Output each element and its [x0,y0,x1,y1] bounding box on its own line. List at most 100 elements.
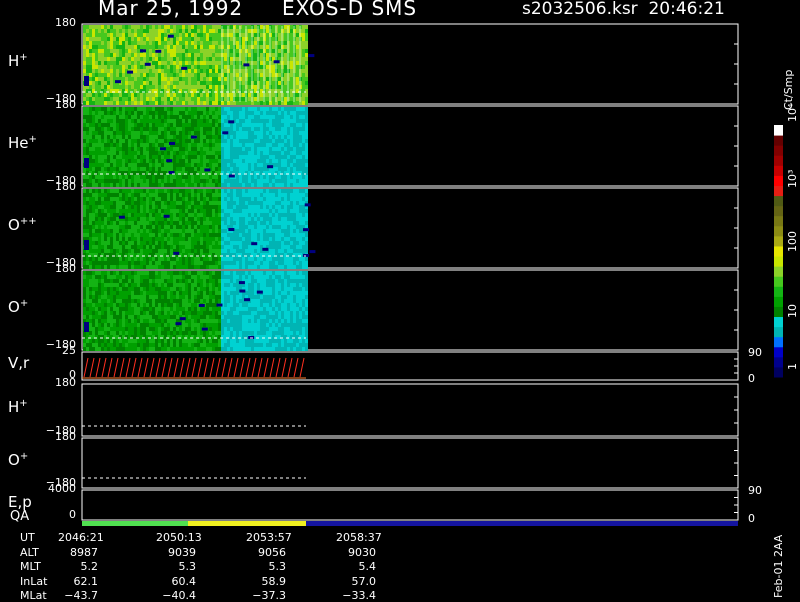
spectrogram-cell [242,189,245,193]
spectrogram-cell [218,73,221,77]
spectrogram-cell [209,135,212,139]
spectrogram-cell [200,179,203,183]
spectrogram-cell [164,201,167,205]
spectrogram-cell [143,271,146,275]
spectrogram-cell [140,229,143,233]
spectrogram-cell [167,119,170,123]
spectrogram-cell [149,25,152,29]
spectrogram-cell [275,167,278,171]
spectrogram-cell [83,275,86,279]
spectrogram-cell [254,85,257,89]
spectrogram-cell [236,61,239,65]
spectrogram-cell [287,189,290,193]
spectrogram-cell [290,179,293,183]
spectrogram-cell [122,115,125,119]
spectrogram-cell [158,205,161,209]
spectrogram-cell [200,175,203,179]
spectrogram-cell [242,147,245,151]
spectrogram-cell [200,197,203,201]
spectrogram-cell [266,119,269,123]
spectrogram-cell [197,233,200,237]
spectrogram-cell [224,189,227,193]
spectrogram-cell [86,175,89,179]
spectrogram-cell [95,77,98,81]
spectrogram-cell [230,217,233,221]
spectrogram-cell [158,261,161,265]
spectrogram-cell [146,179,149,183]
spectrogram-cell [215,57,218,61]
spectrogram-cell [83,295,86,299]
spectrogram-cell [173,45,176,49]
spectrogram-cell [230,261,233,265]
spectrogram-cell [206,77,209,81]
spectrogram-cell [272,155,275,159]
spectrogram-cell [299,147,302,151]
spectrogram-cell [179,29,182,33]
spectrogram-cell [152,233,155,237]
spectrogram-cell [179,179,182,183]
spectrogram-cell [224,69,227,73]
spectrogram-cell [224,33,227,37]
spectrogram-cell [224,213,227,217]
spectrogram-cell [188,155,191,159]
spectrogram-cell [128,331,131,335]
spectrogram-cell [152,249,155,253]
spectrogram-cell [287,201,290,205]
dropout [309,250,315,253]
spectrogram-cell [173,53,176,57]
spectrogram-cell [119,93,122,97]
spectrogram-cell [242,81,245,85]
spectrogram-cell [98,81,101,85]
spectrogram-cell [137,65,140,69]
spectrogram-cell [149,265,152,269]
spectrogram-cell [137,327,140,331]
spectrogram-cell [209,217,212,221]
spectrogram-cell [107,323,110,327]
spectrogram-cell [170,73,173,77]
spectrogram-cell [113,159,116,163]
spectrogram-cell [137,69,140,73]
spectrogram-cell [236,29,239,33]
spectrogram-cell [182,139,185,143]
spectrogram-cell [245,197,248,201]
spectrogram-cell [206,33,209,37]
spectrogram-cell [161,257,164,261]
spectrogram-cell [197,143,200,147]
spectrogram-cell [257,123,260,127]
spectrogram-cell [242,213,245,217]
spectrogram-cell [167,229,170,233]
spectrogram-cell [143,159,146,163]
spectrogram-cell [245,155,248,159]
spectrogram-cell [173,241,176,245]
spectrogram-cell [242,155,245,159]
spectrogram-cell [152,163,155,167]
spectrogram-cell [125,287,128,291]
spectrogram-cell [188,127,191,131]
spectrogram-cell [227,193,230,197]
spectrogram-cell [254,245,257,249]
spectrogram-cell [146,37,149,41]
spectrogram-cell [236,155,239,159]
spectrogram-cell [242,261,245,265]
spectrogram-cell [227,115,230,119]
spectrogram-cell [206,131,209,135]
spectrogram-cell [176,65,179,69]
spectrogram-cell [218,225,221,229]
spectrogram-cell [257,159,260,163]
spectrogram-cell [233,163,236,167]
spectrogram-cell [164,209,167,213]
spectrogram-cell [215,163,218,167]
spectrogram-cell [122,127,125,131]
spectrogram-cell [92,155,95,159]
spectrogram-cell [296,179,299,183]
spectrogram-cell [152,201,155,205]
spectrogram-cell [143,225,146,229]
spectrogram-cell [287,213,290,217]
spectrogram-cell [110,245,113,249]
spectrogram-cell [185,101,188,105]
spectrogram-cell [110,53,113,57]
spectrogram-cell [185,241,188,245]
spectrogram-cell [185,189,188,193]
spectrogram-cell [212,205,215,209]
spectrogram-cell [287,193,290,197]
